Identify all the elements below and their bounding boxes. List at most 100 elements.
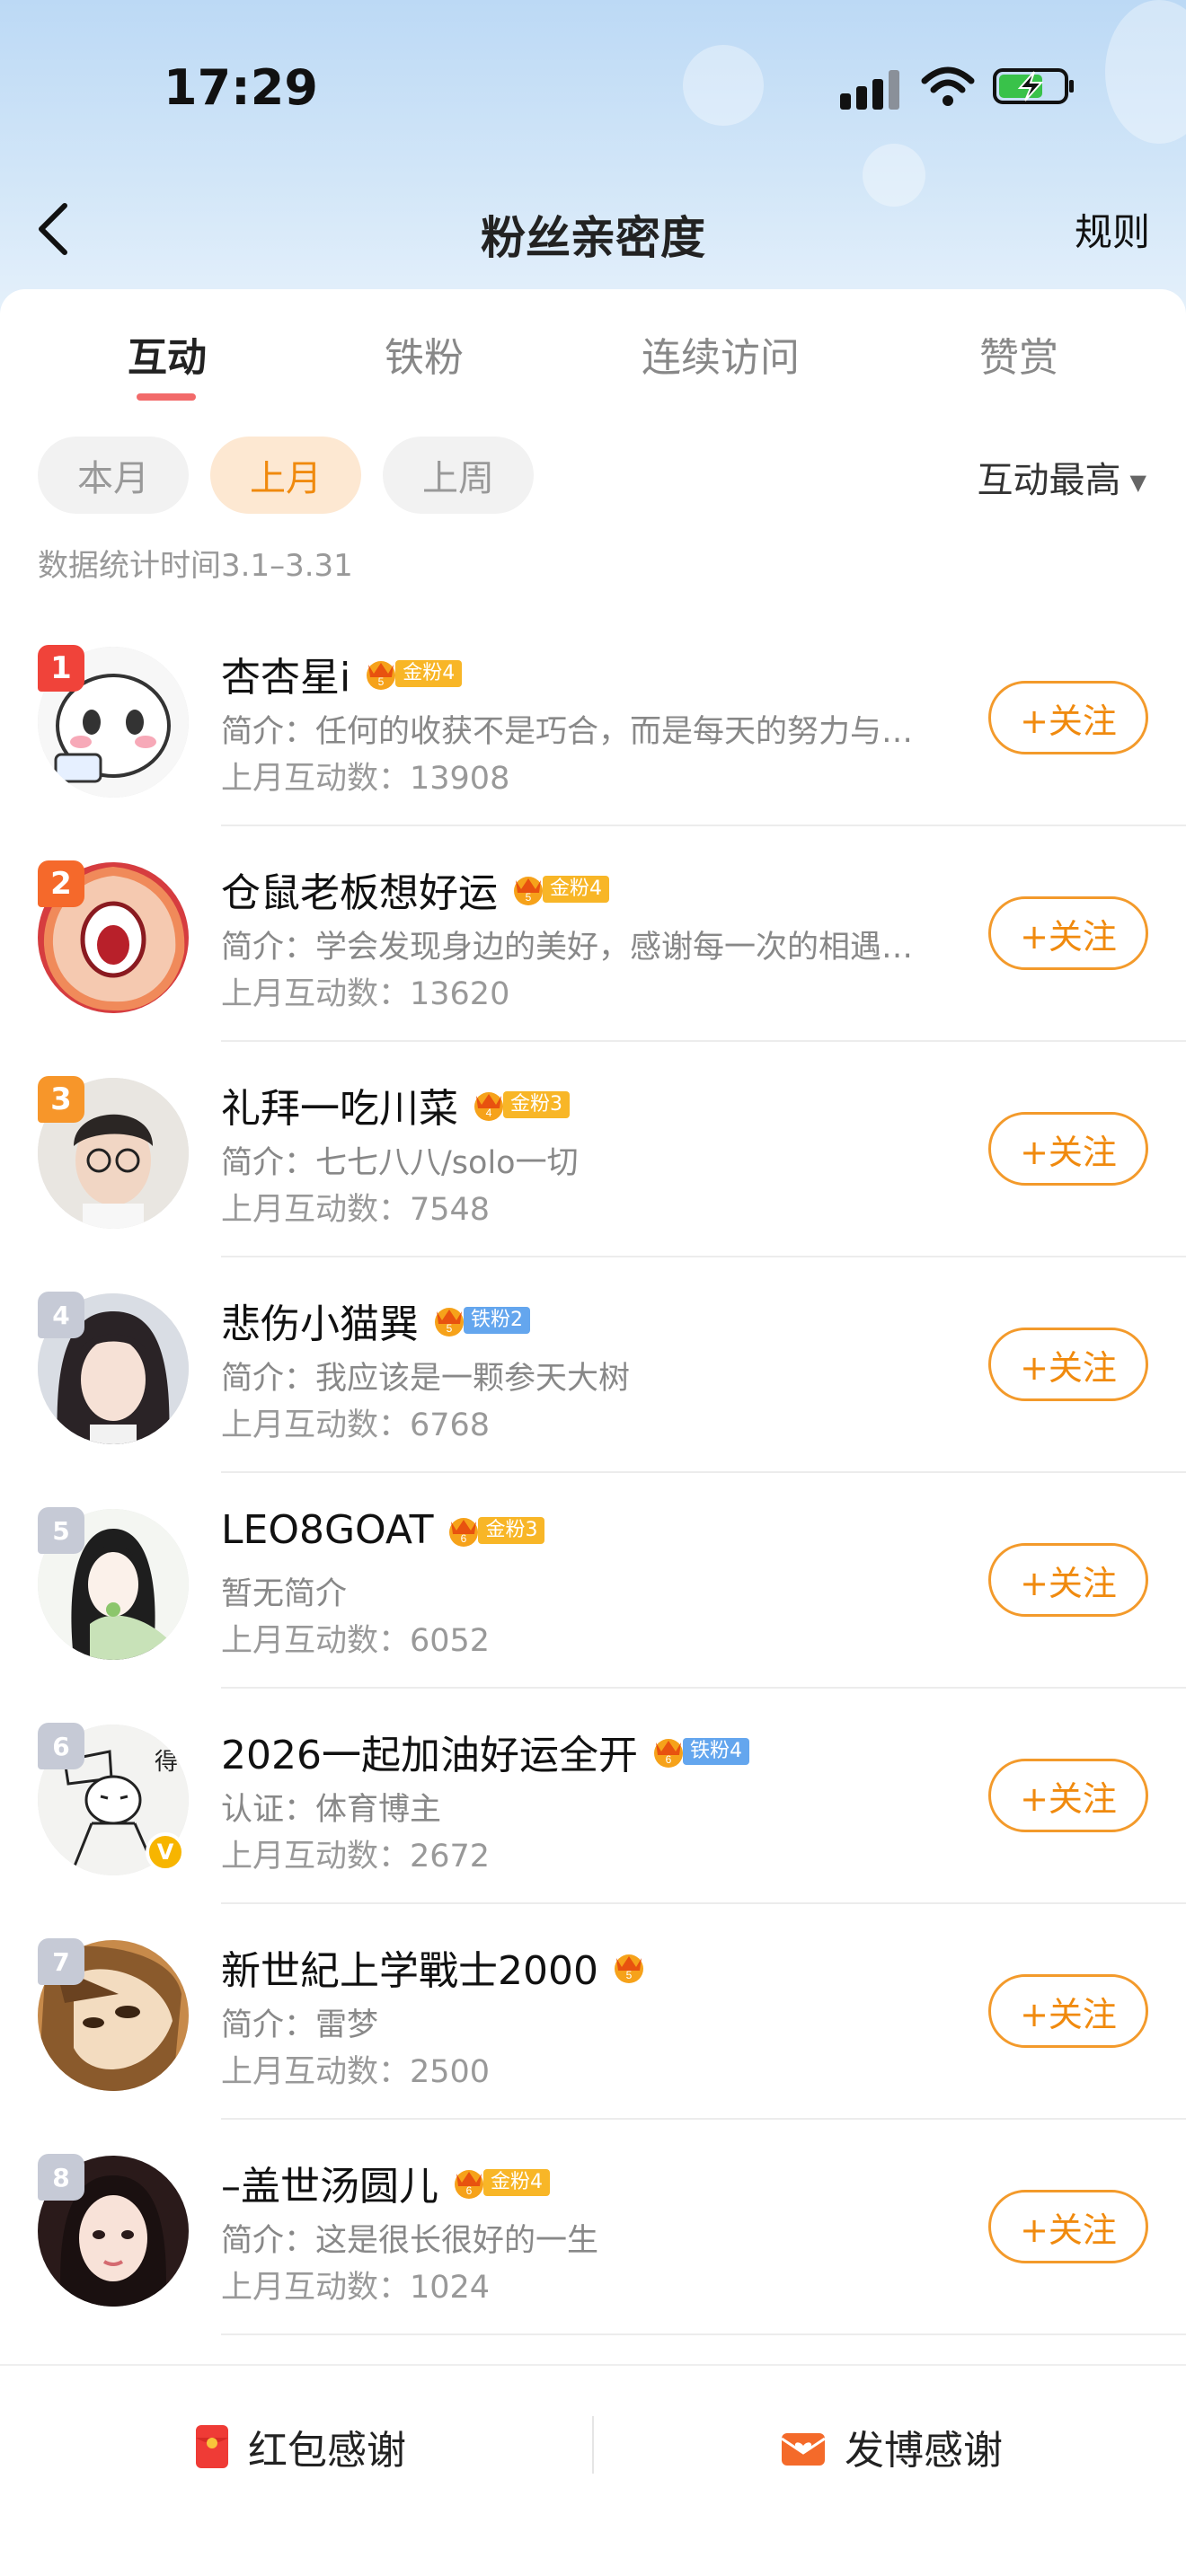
rank-badge: 6 bbox=[38, 1723, 84, 1769]
tab-rewards[interactable]: 赞赏 bbox=[979, 325, 1058, 383]
tab-iron-fans[interactable]: 铁粉 bbox=[385, 325, 464, 383]
bottom-bar-divider bbox=[592, 2416, 594, 2474]
red-packet-thanks-button[interactable]: 红包感谢 bbox=[194, 2411, 406, 2483]
svg-text:5: 5 bbox=[526, 891, 532, 904]
red-packet-thanks-label: 红包感谢 bbox=[248, 2428, 406, 2474]
rank-badge: 4 bbox=[38, 1292, 84, 1338]
filter-last-week[interactable]: 上周 bbox=[383, 437, 534, 514]
svg-text:得: 得 bbox=[155, 1749, 178, 1776]
fan-name-line: 新世紀上学戰士2000 5 bbox=[221, 1938, 649, 1996]
fan-bio: 暂无简介 bbox=[221, 1576, 348, 1612]
tab-bar: 互动 铁粉 连续访问 赞赏 bbox=[0, 325, 1186, 397]
fan-name: 杏杏星i bbox=[221, 655, 351, 701]
row-divider bbox=[221, 2333, 1186, 2335]
svg-text:5: 5 bbox=[447, 1322, 453, 1335]
fan-name: 仓鼠老板想好运 bbox=[221, 870, 498, 916]
wifi-icon bbox=[921, 65, 975, 108]
follow-button[interactable]: +关注 bbox=[988, 1974, 1148, 2048]
fan-bio: 简介：七七八八/solo一切 bbox=[221, 1145, 579, 1181]
fan-badge-label: 铁粉2 bbox=[464, 1307, 530, 1334]
svg-text:4: 4 bbox=[486, 1107, 492, 1119]
svg-text:6: 6 bbox=[461, 1532, 467, 1545]
interaction-count: 上月互动数：1024 bbox=[221, 2270, 491, 2306]
filter-this-month[interactable]: 本月 bbox=[38, 437, 189, 514]
list-item[interactable]: 3 礼拜一吃川菜 4 金粉3 简介：七七八八/solo一切 上月互动数：7548… bbox=[0, 1042, 1186, 1257]
envelope-heart-icon bbox=[781, 2433, 826, 2466]
sort-label: 互动最高 bbox=[977, 460, 1121, 501]
page-title: 粉丝亲密度 bbox=[481, 212, 705, 264]
post-thanks-label: 发博感谢 bbox=[845, 2428, 1003, 2474]
fan-name: LEO8GOAT bbox=[221, 1507, 434, 1553]
fan-bio: 简介：这是很长很好的一生 bbox=[221, 2223, 599, 2259]
list-item[interactable]: 4 悲伤小猫巽 5 铁粉2 简介：我应该是一颗参天大树 上月互动数：6768 +… bbox=[0, 1257, 1186, 1473]
rank-badge: 2 bbox=[38, 860, 84, 907]
interaction-count: 上月互动数：2500 bbox=[221, 2054, 491, 2090]
crown-icon: 5 bbox=[614, 1954, 643, 1983]
fan-badge-label: 金粉4 bbox=[395, 660, 463, 687]
active-tab-indicator bbox=[137, 393, 196, 401]
interaction-count: 上月互动数：2672 bbox=[221, 1839, 491, 1875]
follow-button[interactable]: +关注 bbox=[988, 1328, 1148, 1401]
fan-bio: 简介：雷梦 bbox=[221, 2007, 379, 2043]
fan-name: 2026一起加油好运全开 bbox=[221, 1733, 638, 1778]
filter-last-month[interactable]: 上月 bbox=[210, 437, 361, 514]
fan-level-badge: 6 金粉4 bbox=[449, 2165, 550, 2201]
fan-level-badge: 6 金粉3 bbox=[444, 1513, 545, 1548]
rank-badge: 3 bbox=[38, 1076, 84, 1123]
navigation-bar: 粉丝亲密度 规则 bbox=[0, 184, 1186, 274]
fan-bio: 简介：学会发现身边的美好，感谢每一次的相遇与陪伴 bbox=[221, 930, 940, 966]
list-item[interactable]: 8 –盖世汤圆儿 6 金粉4 简介：这是很长很好的一生 上月互动数：1024 +… bbox=[0, 2120, 1186, 2335]
status-time: 17:29 bbox=[164, 59, 318, 116]
interaction-count: 上月互动数：13620 bbox=[221, 976, 510, 1012]
interaction-count: 上月互动数：6768 bbox=[221, 1407, 491, 1443]
list-item[interactable]: 得 6 V 2026一起加油好运全开 6 铁粉4 认证：体育博主 上月互动数：2… bbox=[0, 1689, 1186, 1904]
fan-name-line: LEO8GOAT 6 金粉3 bbox=[221, 1507, 545, 1553]
follow-button[interactable]: +关注 bbox=[988, 2190, 1148, 2263]
fan-badge-label: 金粉4 bbox=[483, 2169, 550, 2196]
rank-badge: 7 bbox=[38, 1938, 84, 1985]
follow-button[interactable]: +关注 bbox=[988, 896, 1148, 970]
follow-button[interactable]: +关注 bbox=[988, 1112, 1148, 1186]
status-bar: 17:29 bbox=[0, 52, 1186, 124]
triangle-down-icon: ▼ bbox=[1129, 470, 1146, 495]
fan-level-badge: 5 金粉4 bbox=[361, 656, 463, 692]
header-background bbox=[0, 0, 1186, 323]
fan-level-badge: 5 铁粉2 bbox=[429, 1302, 530, 1338]
bottom-action-bar: 红包感谢 发博感谢 bbox=[0, 2364, 1186, 2576]
interaction-count: 上月互动数：7548 bbox=[221, 1192, 491, 1228]
fan-name-line: 悲伤小猫巽 5 铁粉2 bbox=[221, 1292, 530, 1349]
fan-name-line: 礼拜一吃川菜 4 金粉3 bbox=[221, 1076, 570, 1134]
fan-name-line: 杏杏星i 5 金粉4 bbox=[221, 645, 463, 702]
sort-dropdown[interactable]: 互动最高 ▼ bbox=[978, 451, 1146, 503]
rank-badge: 8 bbox=[38, 2154, 84, 2201]
fan-badge-label: 金粉3 bbox=[478, 1516, 545, 1544]
fan-badge-label: 金粉3 bbox=[503, 1091, 570, 1118]
tab-interaction[interactable]: 互动 bbox=[128, 325, 207, 383]
fan-level-badge: 6 铁粉4 bbox=[649, 1734, 749, 1769]
fan-level-badge: 5 bbox=[609, 1949, 649, 1985]
follow-button[interactable]: +关注 bbox=[988, 1759, 1148, 1832]
verified-v-icon: V bbox=[146, 1832, 185, 1872]
fan-name: 新世紀上学戰士2000 bbox=[221, 1948, 598, 1994]
rank-badge: 5 bbox=[38, 1507, 84, 1554]
fan-bio: 简介：任何的收获不是巧合，而是每天的努力与坚持 bbox=[221, 714, 940, 750]
fan-bio: 简介：我应该是一颗参天大树 bbox=[221, 1361, 631, 1397]
post-thanks-button[interactable]: 发博感谢 bbox=[780, 2411, 1003, 2483]
svg-text:5: 5 bbox=[626, 1969, 633, 1981]
fan-name: 礼拜一吃川菜 bbox=[221, 1086, 458, 1132]
fan-name-line: –盖世汤圆儿 6 金粉4 bbox=[221, 2154, 550, 2211]
fan-badge-label: 金粉4 bbox=[543, 876, 609, 903]
fan-level-badge: 5 金粉4 bbox=[509, 871, 609, 907]
content-panel: 互动 铁粉 连续访问 赞赏 本月 上月 上周 互动最高 ▼ 数据统计时间3.1–3… bbox=[0, 289, 1186, 2576]
battery-charging-icon bbox=[993, 66, 1075, 106]
list-item[interactable]: 7 新世紀上学戰士2000 5 简介：雷梦 上月互动数：2500 +关注 bbox=[0, 1904, 1186, 2120]
list-item[interactable]: 2 仓鼠老板想好运 5 金粉4 简介：学会发现身边的美好，感谢每一次的相遇与陪伴… bbox=[0, 826, 1186, 1042]
rules-link[interactable]: 规则 bbox=[1075, 202, 1150, 257]
tab-consecutive-visits[interactable]: 连续访问 bbox=[642, 325, 800, 383]
red-envelope-icon bbox=[196, 2425, 228, 2468]
list-item[interactable]: 1 杏杏星i 5 金粉4 简介：任何的收获不是巧合，而是每天的努力与坚持 上月互… bbox=[0, 611, 1186, 826]
list-item[interactable]: 5 LEO8GOAT 6 金粉3 暂无简介 上月互动数：6052 +关注 bbox=[0, 1473, 1186, 1689]
follow-button[interactable]: +关注 bbox=[988, 1543, 1148, 1617]
interaction-count: 上月互动数：13908 bbox=[221, 761, 510, 797]
follow-button[interactable]: +关注 bbox=[988, 681, 1148, 754]
